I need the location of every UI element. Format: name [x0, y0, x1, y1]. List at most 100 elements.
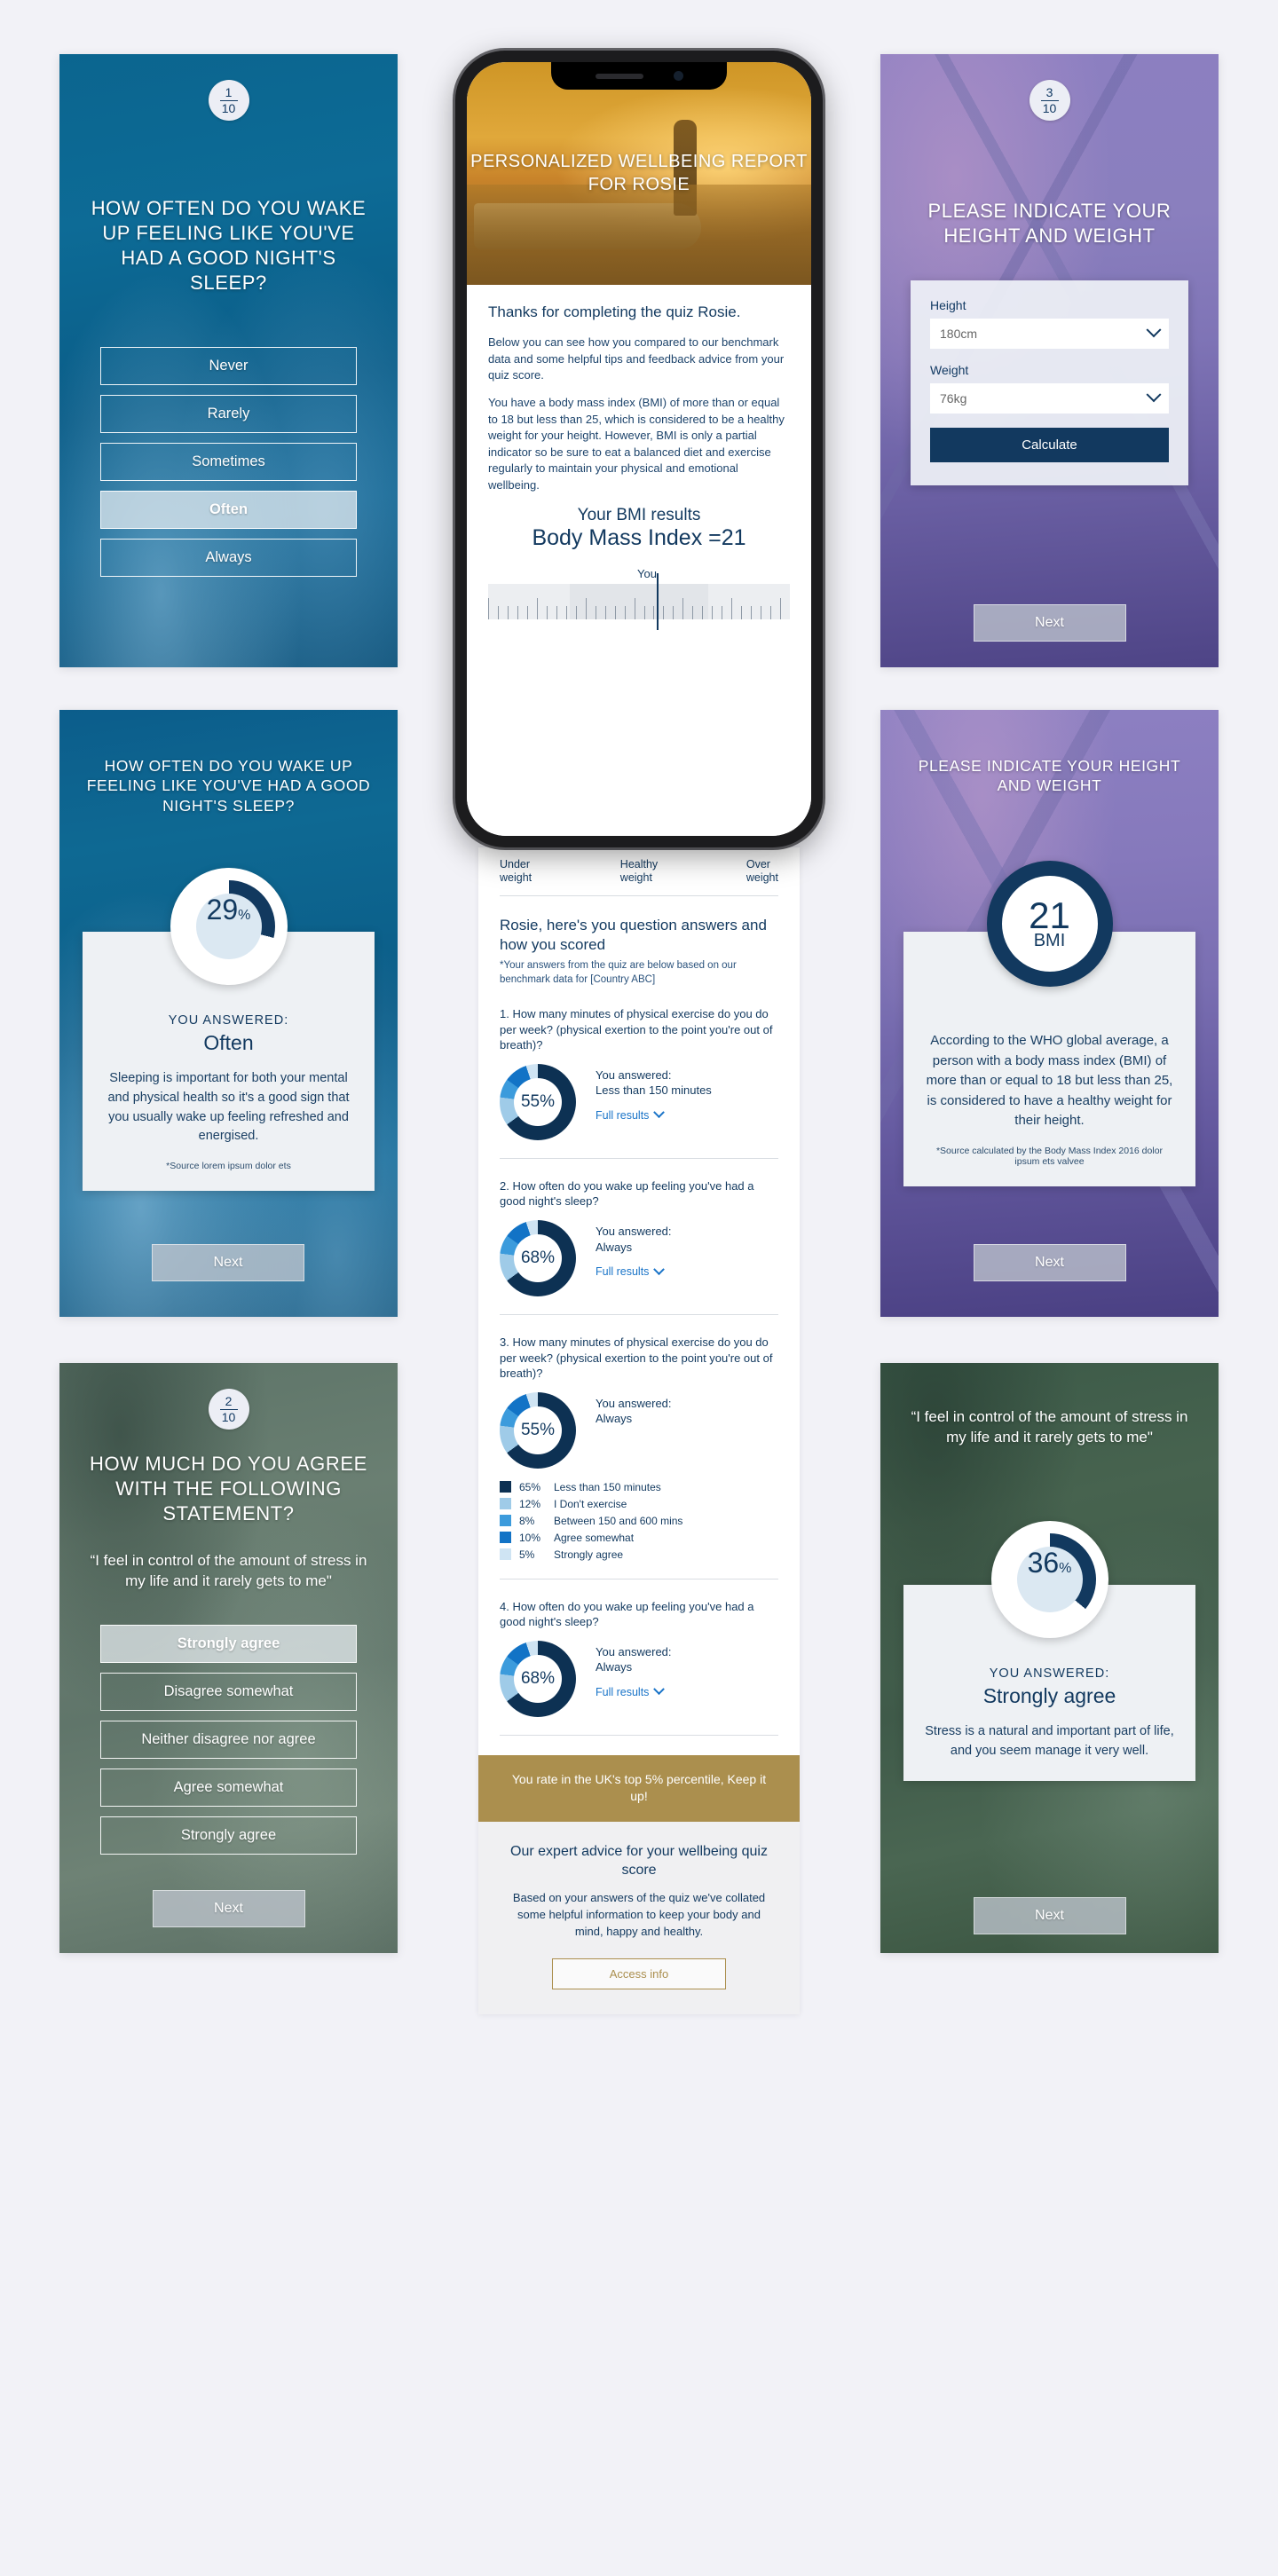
legend-percent: 10%	[519, 1531, 541, 1544]
divider	[500, 1157, 778, 1159]
ruler-tick	[556, 605, 566, 619]
panel-bmi-result: PLEASE INDICATE YOUR HEIGHT AND WEIGHT 2…	[880, 710, 1219, 1317]
full-results-link[interactable]: Full results	[596, 1107, 712, 1122]
question-3-title: PLEASE INDICATE YOUR HEIGHT AND WEIGHT	[927, 200, 1172, 248]
ruler-tick	[682, 597, 692, 619]
question-text: 3. How many minutes of physical exercise…	[500, 1335, 773, 1381]
next-button-q2-result[interactable]: Next	[973, 1897, 1126, 1934]
donut-chart-q1: 55%	[500, 1063, 576, 1140]
next-button-q3[interactable]: Next	[973, 604, 1126, 642]
bmi-result-title: PLEASE INDICATE YOUR HEIGHT AND WEIGHT	[918, 757, 1181, 795]
legend-swatch	[500, 1481, 511, 1493]
donut-percent-number: 36	[1027, 1547, 1060, 1579]
ruler-tick	[751, 605, 761, 619]
percentile-banner: You rate in the UK's top 5% percentile, …	[478, 1754, 800, 1822]
full-results-link[interactable]: Full results	[596, 1263, 672, 1278]
legend-percent: 12%	[519, 1497, 541, 1510]
you-marker-line	[657, 572, 659, 630]
question-1-option-2[interactable]: Sometimes	[100, 443, 357, 481]
panel-question-1: 1 10 HOW OFTEN DO YOU WAKE UP FEELING LI…	[59, 54, 398, 667]
question-2-option-4[interactable]: Strongly agree	[100, 1816, 357, 1855]
bmi-scale-label-2: Over weight	[746, 858, 778, 884]
answered-label: YOU ANSWERED:	[168, 1013, 289, 1028]
report-body: Thanks for completing the quiz Rosie. Be…	[467, 285, 811, 836]
ruler-tick	[634, 597, 644, 619]
bmi-scale-label-0: Under weight	[500, 858, 532, 884]
result-source-note: *Source lorem ipsum dolor ets	[166, 1161, 291, 1171]
bmi-inner-circle: 21 BMI	[1001, 876, 1098, 972]
access-info-button[interactable]: Access info	[552, 1958, 726, 1989]
question-2-option-1[interactable]: Disagree somewhat	[100, 1673, 357, 1711]
height-select[interactable]: 180cm	[930, 319, 1169, 349]
report-hero-title: PERSONALIZED WELLBEING REPORT FOR ROSIE	[470, 152, 808, 194]
question-result-row: 55% You answered: Less than 150 minutes Ful…	[500, 1063, 778, 1140]
legend-label: I Don't exercise	[554, 1497, 627, 1510]
divider	[500, 1313, 778, 1315]
legend-row: 8% Between 150 and 600 mins	[500, 1515, 778, 1527]
weight-select[interactable]: 76kg	[930, 383, 1169, 414]
question-2-option-2[interactable]: Neither disagree nor agree	[100, 1721, 357, 1759]
next-button-q1-result-abs[interactable]: Next	[152, 1244, 304, 1281]
chevron-down-icon	[653, 1683, 666, 1696]
legend-swatch	[500, 1515, 511, 1527]
answer-block: You answered: Less than 150 minutes Full r…	[596, 1064, 712, 1122]
questions-section: Rosie, here's you question answers and h…	[478, 896, 800, 1736]
report-hero-image: PERSONALIZED WELLBEING REPORT FOR ROSIE	[467, 62, 811, 285]
legend-swatch	[500, 1532, 511, 1544]
calculate-button[interactable]: Calculate	[930, 428, 1169, 462]
question-1-option-1[interactable]: Rarely	[100, 395, 357, 433]
donut-center-percent: 68%	[514, 1233, 562, 1282]
donut-center-percent: 55%	[514, 1406, 562, 1454]
full-results-link[interactable]: Full results	[596, 1683, 672, 1698]
donut-percent-number: 29	[206, 894, 239, 926]
chevron-down-icon	[1146, 322, 1162, 338]
full-results-label: Full results	[596, 1685, 650, 1698]
step-badge-3: 3 10	[1029, 80, 1070, 121]
question-1-options: Never Rarely Sometimes Often Always	[59, 347, 398, 587]
ruler-tick	[565, 605, 576, 619]
ruler-tick	[517, 605, 527, 619]
bmi-ruler	[488, 572, 790, 630]
panel-question-3: 3 10 PLEASE INDICATE YOUR HEIGHT AND WEI…	[880, 54, 1219, 667]
step-badge-2: 2 10	[208, 1389, 249, 1430]
legend-percent: 5%	[519, 1548, 535, 1561]
legend-label: Between 150 and 600 mins	[554, 1514, 683, 1527]
bmi-results-heading: Your BMI results Body Mass Index =21	[488, 506, 790, 551]
question-result-1: 1. How many minutes of physical exercise…	[500, 1006, 778, 1159]
speaker-icon	[595, 73, 643, 79]
result-body-text: Sleeping is important for both your ment…	[107, 1071, 350, 1144]
ruler-tick	[526, 605, 537, 619]
question-1-option-0[interactable]: Never	[100, 347, 357, 385]
donut-center-value: 36%	[1016, 1547, 1083, 1612]
question-2-option-0[interactable]: Strongly agree	[100, 1625, 357, 1663]
bmi-unit-label: BMI	[1033, 931, 1066, 951]
question-2-options: Strongly agree Disagree somewhat Neither d…	[59, 1625, 398, 1864]
answer-value: Always	[596, 1660, 633, 1674]
donut-chart-q3: 55%	[500, 1391, 576, 1469]
step-badge-1: 1 10	[208, 80, 249, 121]
donut-center-percent: 55%	[514, 1077, 562, 1126]
question-1-option-3[interactable]: Often	[100, 491, 357, 529]
panel-question-2: 2 10 HOW MUCH DO YOU AGREE WITH THE FOLL…	[59, 1363, 398, 1953]
front-camera-icon	[673, 71, 683, 81]
mockup-canvas: 1 10 HOW OFTEN DO YOU WAKE UP FEELING LI…	[0, 0, 1278, 2576]
question-result-row: 68% You answered: Always Full results	[500, 1219, 778, 1296]
bmi-ruler-chart: You	[488, 567, 790, 630]
answered-value: Strongly agree	[982, 1684, 1116, 1707]
question-result-row: 68% You answered: Always Full results	[500, 1640, 778, 1717]
next-button-q2[interactable]: Next	[152, 1890, 305, 1927]
bmi-result-body: According to the WHO global average, a p…	[926, 1033, 1173, 1128]
ruler-tick	[780, 597, 790, 619]
phone-screen: PERSONALIZED WELLBEING REPORT FOR ROSIE …	[467, 62, 811, 836]
answer-value: Always	[596, 1240, 633, 1254]
next-button-bmi-result[interactable]: Next	[973, 1244, 1126, 1281]
full-results-label: Full results	[596, 1108, 650, 1122]
ruler-tick	[770, 605, 780, 619]
question-2-statement: “I feel in control of the amount of stre…	[90, 1552, 367, 1589]
question-2-option-3[interactable]: Agree somewhat	[100, 1769, 357, 1807]
donut-chart-29: 29%	[170, 868, 288, 985]
chevron-down-icon	[653, 1107, 666, 1119]
question-1-option-4[interactable]: Always	[100, 539, 357, 577]
donut-chart-q2: 68%	[500, 1219, 576, 1296]
height-value: 180cm	[940, 327, 978, 341]
